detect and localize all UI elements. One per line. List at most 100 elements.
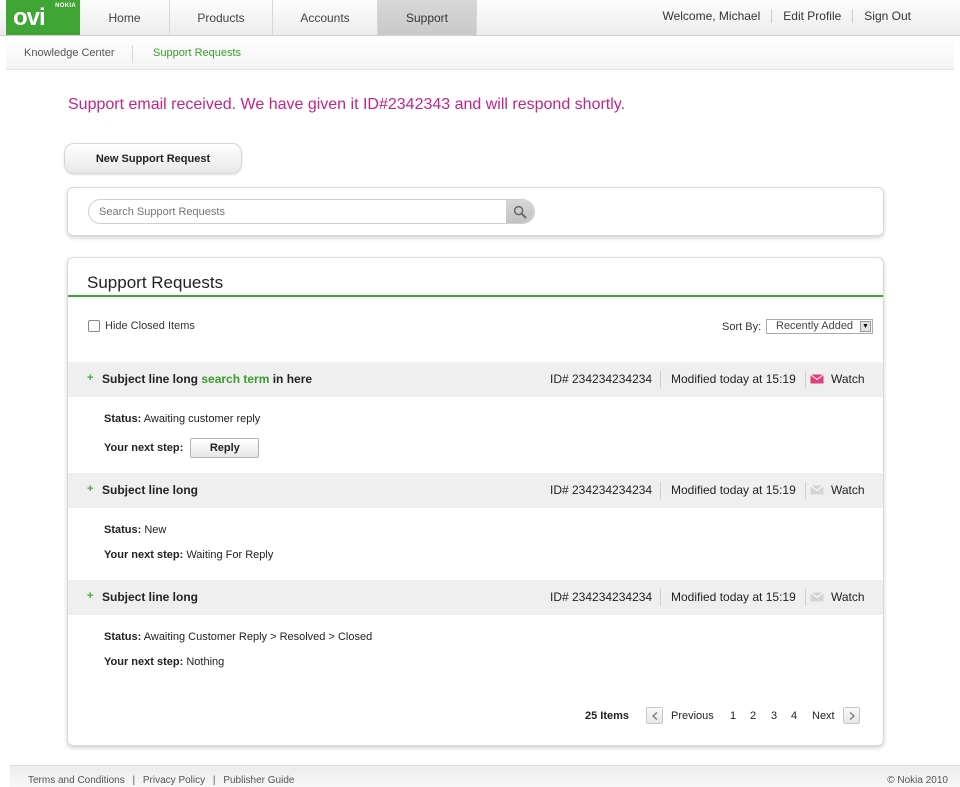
- chevron-right-icon: [849, 711, 855, 720]
- request-row[interactable]: + Subject line long ID# 234234234234 Mod…: [68, 473, 883, 508]
- row-divider: [660, 589, 661, 606]
- watch-toggle[interactable]: Watch: [810, 483, 865, 497]
- footer-links: Terms and Conditions | Privacy Policy | …: [28, 775, 294, 786]
- welcome-text: Welcome, Michael: [662, 9, 761, 23]
- nav-tab-home[interactable]: Home: [80, 0, 170, 35]
- request-row[interactable]: + Subject line long ID# 234234234234 Mod…: [68, 580, 883, 615]
- user-links: Welcome, Michael Edit Profile Sign Out: [651, 0, 922, 32]
- search-term-highlight: search term: [201, 372, 270, 386]
- request-subject[interactable]: Subject line long search term in here: [102, 372, 312, 386]
- request-next-step: Your next step: Waiting For Reply: [104, 549, 273, 561]
- subject-text-end: in here: [269, 372, 313, 386]
- support-requests-panel: Support Requests Hide Closed Items Sort …: [67, 257, 884, 746]
- footer-separator: |: [132, 775, 136, 786]
- sort-select[interactable]: Recently Added ▼: [766, 319, 873, 334]
- status-label: Status:: [104, 524, 142, 536]
- request-subject[interactable]: Subject line long: [102, 483, 198, 497]
- next-arrow-button[interactable]: [843, 707, 860, 724]
- modified-date: Modified today at 15:19: [671, 372, 796, 386]
- item-count: 25 Items: [585, 710, 630, 722]
- logo-text: ovi: [13, 4, 46, 31]
- main-nav: Home Products Accounts Support: [80, 0, 477, 35]
- request-id: ID# 234234234234: [550, 372, 653, 386]
- envelope-icon: [810, 592, 824, 602]
- subnav-divider: [132, 45, 133, 63]
- modified-date: Modified today at 15:19: [671, 483, 796, 497]
- next-step-value: Nothing: [186, 656, 225, 668]
- footer: Terms and Conditions | Privacy Policy | …: [10, 765, 960, 787]
- confirmation-message: Support email received. We have given it…: [68, 96, 626, 113]
- next-link[interactable]: Next: [812, 710, 835, 722]
- nav-tab-support[interactable]: Support: [378, 0, 477, 35]
- watch-label: Watch: [831, 590, 865, 604]
- previous-arrow-button[interactable]: [646, 707, 663, 724]
- watch-toggle[interactable]: Watch: [810, 590, 865, 604]
- ovi-logo[interactable]: ovi NOKIA: [6, 0, 80, 35]
- page-link-4[interactable]: 4: [791, 710, 797, 722]
- sign-out-link[interactable]: Sign Out: [852, 9, 922, 23]
- chevron-left-icon: [651, 711, 657, 720]
- request-row[interactable]: + Subject line long search term in here …: [68, 362, 883, 397]
- status-value: New: [144, 524, 167, 536]
- request-status: Status: New: [104, 524, 166, 536]
- request-id: ID# 234234234234: [550, 483, 653, 497]
- watch-label: Watch: [831, 372, 865, 386]
- sort-label: Sort By:: [722, 321, 762, 333]
- sort-value: Recently Added: [776, 320, 854, 332]
- row-divider: [805, 589, 806, 606]
- request-status: Status: Awaiting Customer Reply > Resolv…: [104, 631, 372, 643]
- request-id: ID# 234234234234: [550, 590, 653, 604]
- footer-link-terms[interactable]: Terms and Conditions: [28, 775, 125, 786]
- row-divider: [660, 371, 661, 388]
- next-step-label: Your next step:: [104, 441, 184, 454]
- previous-link[interactable]: Previous: [671, 710, 714, 722]
- search-button[interactable]: [506, 200, 534, 223]
- hide-closed-toggle[interactable]: Hide Closed Items: [88, 320, 195, 332]
- page-link-3[interactable]: 3: [771, 710, 777, 722]
- logo-subtext: NOKIA: [55, 3, 76, 9]
- subject-text: Subject line long: [102, 372, 202, 386]
- search-input[interactable]: [89, 200, 507, 223]
- request-next-step: Your next step: Nothing: [104, 656, 224, 668]
- page-link-2[interactable]: 2: [750, 710, 756, 722]
- dropdown-arrow-icon: ▼: [860, 321, 871, 332]
- envelope-icon: [810, 485, 824, 495]
- status-label: Status:: [104, 413, 142, 425]
- request-subject[interactable]: Subject line long: [102, 590, 198, 604]
- search-box: [88, 199, 535, 224]
- modified-date: Modified today at 15:19: [671, 590, 796, 604]
- expand-icon[interactable]: +: [87, 590, 93, 602]
- footer-link-publisher-guide[interactable]: Publisher Guide: [223, 775, 294, 786]
- new-support-request-button[interactable]: New Support Request: [64, 143, 242, 174]
- next-step-value: Waiting For Reply: [186, 549, 274, 561]
- subnav-knowledge-center[interactable]: Knowledge Center: [24, 47, 115, 59]
- envelope-icon: [810, 374, 824, 384]
- row-divider: [660, 482, 661, 499]
- row-divider: [805, 482, 806, 499]
- reply-button[interactable]: Reply: [190, 438, 260, 458]
- footer-link-privacy[interactable]: Privacy Policy: [143, 775, 205, 786]
- row-divider: [805, 371, 806, 388]
- top-bar: ovi NOKIA Home Products Accounts Support…: [0, 0, 960, 36]
- search-panel: [67, 187, 884, 236]
- search-icon: [513, 205, 527, 218]
- status-value: Awaiting Customer Reply > Resolved > Clo…: [143, 631, 373, 643]
- page-link-1[interactable]: 1: [730, 710, 736, 722]
- copyright: © Nokia 2010: [887, 775, 948, 786]
- expand-icon[interactable]: +: [87, 483, 93, 495]
- edit-profile-link[interactable]: Edit Profile: [771, 9, 852, 23]
- expand-icon[interactable]: +: [87, 372, 93, 384]
- watch-toggle[interactable]: Watch: [810, 372, 865, 386]
- nav-tab-products[interactable]: Products: [170, 0, 273, 35]
- footer-separator: |: [212, 775, 216, 786]
- subnav-support-requests[interactable]: Support Requests: [153, 47, 241, 59]
- request-status: Status: Awaiting customer reply: [104, 413, 260, 425]
- hide-closed-checkbox[interactable]: [88, 320, 100, 332]
- watch-label: Watch: [831, 483, 865, 497]
- title-underline: [68, 295, 883, 297]
- pagination: 25 Items Previous 1 2 3 4 Next: [68, 707, 883, 727]
- status-label: Status:: [104, 631, 142, 643]
- panel-title: Support Requests: [87, 273, 224, 292]
- nav-tab-accounts[interactable]: Accounts: [273, 0, 378, 35]
- hide-closed-label: Hide Closed Items: [105, 320, 195, 332]
